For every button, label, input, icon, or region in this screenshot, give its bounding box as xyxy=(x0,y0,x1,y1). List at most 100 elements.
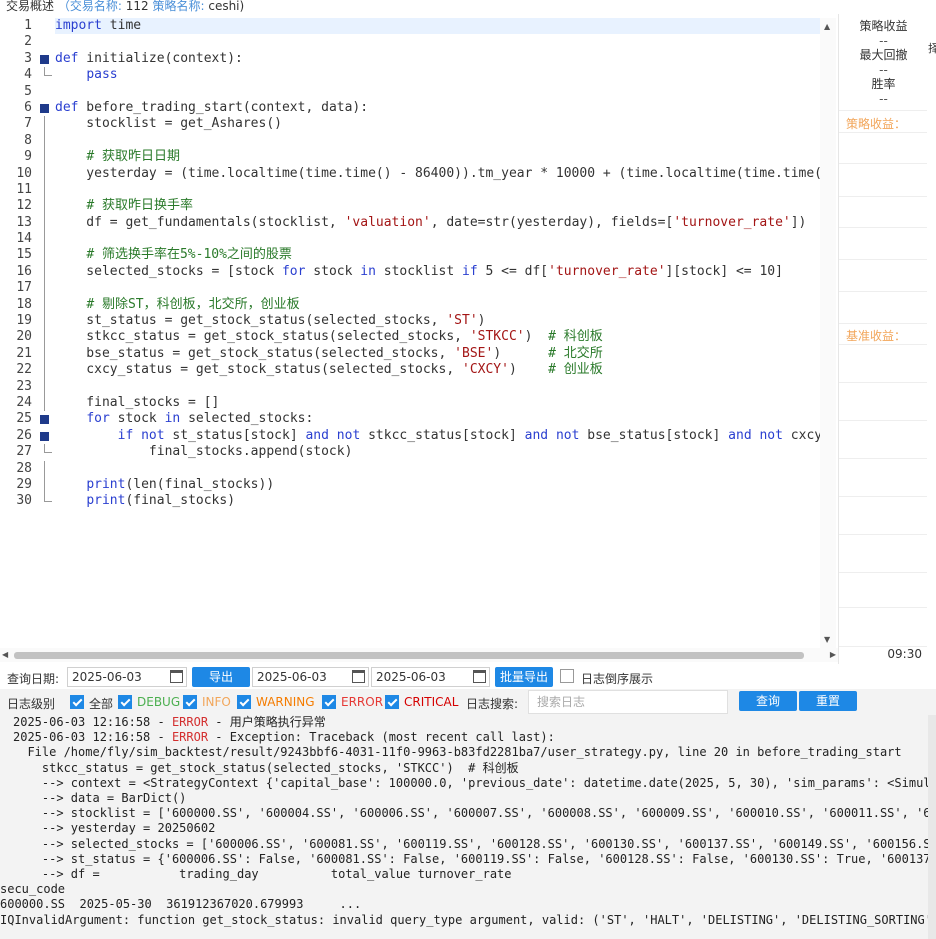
line-number: 27 xyxy=(16,444,32,460)
level-all-checkbox[interactable] xyxy=(70,695,84,709)
code-line[interactable]: import time xyxy=(55,18,820,35)
horizontal-scroll-thumb[interactable] xyxy=(14,652,804,659)
fold-marker xyxy=(36,165,52,182)
code-line[interactable]: df = get_fundamentals(stocklist, 'valuat… xyxy=(55,215,820,231)
log-line: --> data = BarDict() xyxy=(13,791,187,806)
line-number: 1 xyxy=(24,18,32,33)
code-line[interactable]: stocklist = get_Ashares() xyxy=(55,116,820,132)
max-drawdown-label: 最大回撤 xyxy=(859,48,908,62)
line-number: 5 xyxy=(24,83,32,99)
code-line[interactable]: # 剔除ST，科创板，北交所，创业板 xyxy=(55,297,820,313)
fold-marker xyxy=(36,231,52,248)
code-line[interactable]: def initialize(context): xyxy=(55,51,820,67)
scroll-right-icon[interactable]: ▶ xyxy=(830,650,836,659)
code-line[interactable]: yesterday = (time.localtime(time.time() … xyxy=(55,166,820,182)
fold-collapse-icon[interactable] xyxy=(40,54,49,64)
end-date-input[interactable]: 2025-06-03 xyxy=(371,667,490,687)
code-line[interactable]: def before_trading_start(context, data): xyxy=(55,100,820,116)
calendar-icon[interactable] xyxy=(473,670,486,683)
line-number: 23 xyxy=(16,378,32,394)
code-line[interactable]: for stock in selected_stocks: xyxy=(55,411,820,427)
code-line[interactable] xyxy=(55,34,820,50)
export-button[interactable]: 导出 xyxy=(192,667,250,687)
divider xyxy=(839,110,927,111)
code-line[interactable] xyxy=(55,461,820,477)
code-line[interactable] xyxy=(55,182,820,198)
grid-line xyxy=(839,458,927,459)
code-line[interactable]: cxcy_status = get_stock_status(selected_… xyxy=(55,362,820,378)
strategy-name-value: ceshi xyxy=(208,0,240,13)
fold-marker[interactable] xyxy=(36,51,52,67)
code-line[interactable] xyxy=(55,84,820,100)
code-line[interactable]: final_stocks = [] xyxy=(55,395,820,411)
fold-collapse-icon[interactable] xyxy=(40,431,49,441)
fold-marker xyxy=(36,460,52,477)
fold-marker[interactable] xyxy=(36,428,52,444)
code-line[interactable]: pass xyxy=(55,67,820,83)
level-info-checkbox[interactable] xyxy=(183,695,197,709)
code-line[interactable] xyxy=(55,280,820,296)
fold-marker[interactable] xyxy=(36,411,52,427)
log-search-input[interactable]: 搜索日志 xyxy=(528,690,728,714)
query-button[interactable]: 查询 xyxy=(739,691,797,711)
fold-marker xyxy=(36,362,52,379)
chart-strategy-return-label: 策略收益： xyxy=(846,117,907,131)
code-content[interactable]: import time def initialize(context): pas… xyxy=(55,18,820,510)
editor-vertical-scrollbar[interactable]: ▲ ▼ xyxy=(820,18,836,648)
code-line[interactable]: print(len(final_stocks)) xyxy=(55,477,820,493)
scroll-down-icon[interactable]: ▼ xyxy=(824,635,830,644)
code-line[interactable] xyxy=(55,379,820,395)
batch-export-button[interactable]: 批量导出 xyxy=(495,667,553,687)
start-date-input[interactable]: 2025-06-03 xyxy=(252,667,369,687)
calendar-icon[interactable] xyxy=(352,670,365,683)
code-line[interactable]: # 获取昨日换手率 xyxy=(55,198,820,214)
fold-marker[interactable] xyxy=(36,100,52,116)
code-line[interactable]: stkcc_status = get_stock_status(selected… xyxy=(55,329,820,345)
line-number: 15 xyxy=(16,247,32,263)
log-output[interactable]: 2025-06-03 12:16:58 - ERROR - 用户策略执行异常 20… xyxy=(0,715,928,939)
code-line[interactable]: final_stocks.append(stock) xyxy=(55,444,820,460)
line-number: 9 xyxy=(24,149,32,165)
log-scrollbar[interactable] xyxy=(928,715,936,939)
scroll-up-icon[interactable]: ▲ xyxy=(824,22,830,31)
reverse-order-checkbox[interactable] xyxy=(560,669,574,683)
line-number: 7 xyxy=(24,116,32,132)
fold-collapse-icon[interactable] xyxy=(40,415,49,425)
fold-marker xyxy=(36,149,52,166)
level-error-checkbox[interactable] xyxy=(322,695,336,709)
trade-name-label: 交易名称: xyxy=(69,0,122,13)
code-line[interactable]: print(final_stocks) xyxy=(55,493,820,509)
fold-marker xyxy=(36,296,52,314)
log-line: secu_code xyxy=(0,882,66,897)
log-line: File /home/fly/sim_backtest/result/9243b… xyxy=(13,745,902,760)
code-line[interactable]: st_status = get_stock_status(selected_st… xyxy=(55,313,820,329)
reset-button[interactable]: 重置 xyxy=(799,691,857,711)
calendar-icon[interactable] xyxy=(170,670,183,683)
code-line[interactable]: selected_stocks = [stock for stock in st… xyxy=(55,264,820,280)
fold-gutter[interactable] xyxy=(36,18,52,510)
code-editor[interactable]: 1 2 3 4 5 6 7 8 9 10 11 12 13 14 15 16 17 18 19 20 21 22 23 24 2… xyxy=(0,18,838,648)
code-line[interactable]: # 筛选换手率在5%-10%之间的股票 xyxy=(55,247,820,263)
level-debug-checkbox[interactable] xyxy=(118,695,132,709)
scroll-left-icon[interactable]: ◀ xyxy=(2,650,8,659)
level-info-label: INFO xyxy=(202,695,231,709)
code-line[interactable] xyxy=(55,231,820,247)
strategy-return-value: -- xyxy=(879,34,888,48)
line-number: 30 xyxy=(16,493,32,509)
grid-line xyxy=(839,607,927,608)
level-critical-checkbox[interactable] xyxy=(385,695,399,709)
max-drawdown-value: -- xyxy=(879,63,888,77)
code-line[interactable] xyxy=(55,133,820,149)
code-line[interactable]: bse_status = get_stock_status(selected_s… xyxy=(55,346,820,362)
end-date-value: 2025-06-03 xyxy=(376,670,446,684)
grid-line xyxy=(839,420,927,421)
code-line[interactable]: if not st_status[stock] and not stkcc_st… xyxy=(55,428,820,444)
level-warning-checkbox[interactable] xyxy=(237,695,251,709)
line-number: 2 xyxy=(24,34,32,50)
grid-line xyxy=(839,534,927,535)
code-line[interactable]: # 获取昨日日期 xyxy=(55,149,820,165)
grid-line xyxy=(839,496,927,497)
editor-horizontal-scrollbar[interactable]: ◀ ▶ xyxy=(0,648,838,662)
fold-collapse-icon[interactable] xyxy=(40,103,49,113)
query-date-input[interactable]: 2025-06-03 xyxy=(67,667,187,687)
